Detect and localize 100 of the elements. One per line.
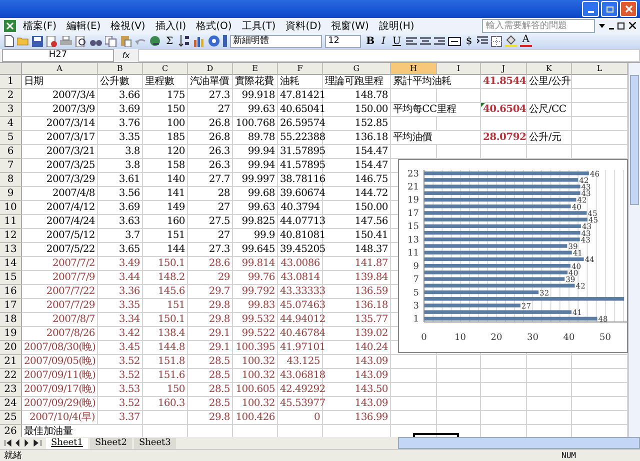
menu-item[interactable]: 資料(D) [282, 18, 324, 33]
row-header[interactable]: 24 [0, 396, 22, 411]
dropdown-caret-icon[interactable] [599, 24, 605, 28]
menu-item[interactable]: 檢視(V) [108, 18, 148, 33]
font-color-button[interactable]: A [520, 35, 532, 48]
font-name-dropdown[interactable]: 新細明體 [230, 34, 322, 48]
underline-button[interactable]: U [390, 36, 403, 47]
column-header[interactable]: G [323, 62, 391, 75]
menu-item[interactable]: 說明(H) [376, 18, 418, 33]
row-header[interactable]: 5 [0, 130, 22, 145]
table-cell: 28 [188, 186, 233, 201]
row-header[interactable]: 18 [0, 312, 22, 327]
formula-input-field[interactable] [138, 48, 640, 62]
axis-label: 19 [408, 196, 419, 206]
row-header[interactable]: 17 [0, 298, 22, 313]
column-header[interactable]: L [572, 62, 628, 75]
align-right-icon[interactable] [434, 36, 445, 46]
table-cell: 3.52 [98, 354, 143, 369]
column-header[interactable]: C [143, 62, 188, 75]
table-cell [527, 382, 572, 397]
bar-chart-icon[interactable] [193, 35, 206, 48]
column-header[interactable]: E [233, 62, 278, 75]
globe-link-icon[interactable] [149, 35, 161, 48]
table-cell: 149 [143, 200, 188, 215]
printer-icon[interactable] [60, 36, 72, 47]
restore-button[interactable] [601, 0, 618, 17]
horizontal-scrollbar[interactable] [398, 437, 640, 449]
merge-center-icon[interactable] [448, 36, 461, 46]
table-cell [391, 88, 437, 103]
column-header[interactable]: A [22, 62, 98, 75]
row-header[interactable]: 12 [0, 228, 22, 243]
help-search-field[interactable]: 輸入需要解答的問題 [482, 18, 595, 33]
window-controls-icon[interactable] [609, 22, 625, 30]
column-header[interactable]: D [188, 62, 233, 75]
column-header[interactable]: K [527, 62, 572, 75]
menu-item[interactable]: 檔案(F) [20, 18, 60, 33]
menu-item[interactable]: 編輯(E) [64, 18, 104, 33]
row-header[interactable]: 21 [0, 354, 22, 369]
close-button[interactable] [620, 0, 637, 17]
insert-function-button[interactable]: fx [114, 50, 138, 60]
fill-color-icon[interactable] [505, 35, 518, 48]
row-header[interactable]: 15 [0, 270, 22, 285]
row-header[interactable]: 19 [0, 326, 22, 341]
menu-item[interactable]: 工具(T) [238, 18, 279, 33]
row-header[interactable]: 4 [0, 116, 22, 131]
menu-item[interactable]: 格式(O) [193, 18, 235, 33]
menu-item[interactable]: 插入(I) [152, 18, 190, 33]
row-header[interactable]: 23 [0, 382, 22, 397]
table-cell: 40.6504 [481, 102, 527, 117]
font-size-dropdown[interactable]: 12 [325, 34, 362, 48]
sheet-tab[interactable]: Sheet2 [90, 438, 132, 448]
row-header[interactable]: 9 [0, 186, 22, 201]
paste-icon[interactable] [120, 35, 132, 48]
table-cell: 29.1 [188, 340, 233, 355]
sort-icon[interactable] [178, 35, 190, 48]
sheet-tab[interactable]: Sheet1 [46, 438, 88, 448]
row-header[interactable]: 26 [0, 424, 22, 437]
row-header[interactable]: 2 [0, 88, 22, 103]
indent-icon[interactable] [477, 36, 488, 46]
close-icon[interactable] [629, 22, 636, 30]
table-cell: 42.49292 [278, 382, 323, 397]
table-cell: 140 [143, 172, 188, 187]
row-header[interactable]: 8 [0, 172, 22, 187]
column-header[interactable]: J [481, 62, 527, 75]
new-file-icon[interactable] [4, 35, 14, 48]
bold-button[interactable]: B [364, 36, 377, 47]
vertical-scrollbar[interactable] [628, 62, 640, 437]
italic-button[interactable]: I [380, 36, 388, 47]
row-header[interactable]: 6 [0, 144, 22, 159]
align-center-icon[interactable] [420, 36, 431, 46]
permission-icon[interactable] [46, 36, 57, 47]
row-header[interactable]: 3 [0, 102, 22, 117]
table-cell [527, 368, 572, 383]
autosum-button[interactable]: Σ [164, 36, 176, 47]
column-header[interactable]: I [437, 62, 481, 75]
row-header[interactable]: 16 [0, 284, 22, 299]
row-header[interactable]: 10 [0, 200, 22, 215]
copy-icon[interactable] [105, 36, 117, 47]
borders-icon[interactable] [491, 36, 502, 47]
row-header[interactable]: 7 [0, 158, 22, 173]
sheet-navigation-icon[interactable] [4, 439, 44, 447]
row-header[interactable]: 1 [0, 74, 22, 89]
align-left-icon[interactable] [406, 36, 417, 46]
help-icon[interactable] [208, 35, 220, 48]
column-header[interactable]: F [278, 62, 323, 75]
row-header[interactable]: 20 [0, 340, 22, 355]
column-header[interactable]: B [98, 62, 143, 75]
menu-item[interactable]: 視窗(W) [328, 18, 372, 33]
save-icon[interactable] [32, 36, 43, 47]
minimize-button[interactable] [582, 0, 599, 17]
spreadsheet-icon[interactable] [4, 20, 16, 32]
column-header[interactable]: H [391, 62, 437, 75]
currency-button[interactable]: $ [464, 36, 474, 47]
sheet-tab[interactable]: Sheet3 [134, 438, 176, 448]
row-header[interactable]: 25 [0, 410, 22, 425]
row-header[interactable]: 13 [0, 242, 22, 257]
row-header[interactable]: 22 [0, 368, 22, 383]
row-header[interactable]: 11 [0, 214, 22, 229]
row-header[interactable]: 14 [0, 256, 22, 271]
print-preview-icon[interactable] [75, 36, 87, 47]
